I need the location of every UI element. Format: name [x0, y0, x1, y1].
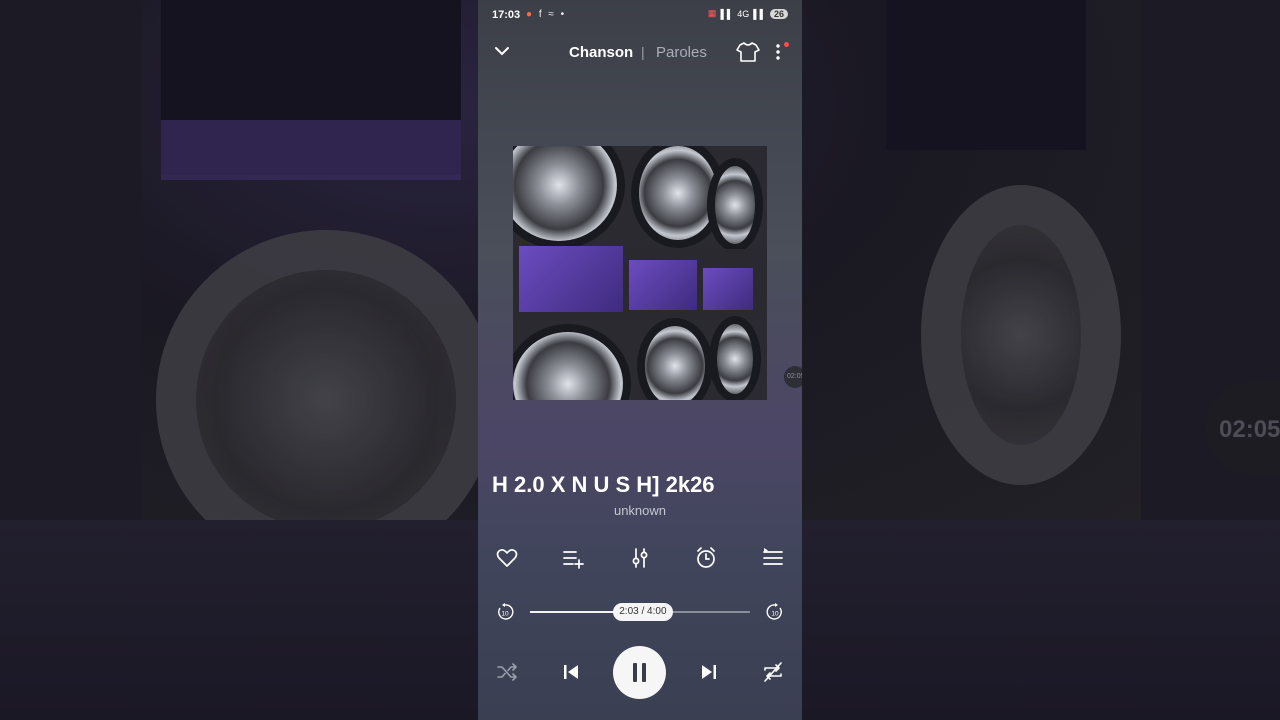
status-bar: 17:03 ● f ≈ • ▦ ▌▌ 4G ▌▌ 26: [478, 0, 802, 30]
speaker-bottom-mid: [637, 318, 713, 400]
speaker-top-right: [707, 158, 763, 252]
tab-lyrics[interactable]: Paroles: [656, 44, 707, 61]
repeat-off-icon[interactable]: [762, 661, 784, 683]
add-to-playlist-icon[interactable]: [561, 546, 585, 570]
track-artist[interactable]: unknown: [478, 503, 802, 518]
background-edge-left: [0, 0, 141, 520]
action-row: [478, 546, 802, 574]
pause-icon-bar: [642, 663, 646, 682]
notification-icons: ● f ≈ •: [526, 9, 566, 20]
background-purple-panel: [161, 120, 461, 180]
heart-icon[interactable]: [495, 546, 519, 570]
background-speaker-left: [156, 230, 496, 570]
next-icon[interactable]: [698, 661, 720, 683]
progress-row: 10 2:03 / 4:00 10: [478, 600, 802, 624]
timer-icon[interactable]: [694, 546, 718, 570]
vpn-icon: ≈: [548, 9, 556, 20]
side-time-chip: 02:05: [784, 366, 802, 388]
video-frame: 02:05 17:03 ● f ≈ • ▦ ▌▌ 4G ▌▌ 26 Chanso…: [0, 0, 1280, 720]
network-type: 4G: [737, 8, 750, 19]
purple-cell-3: [703, 268, 753, 310]
facebook-icon: f: [538, 9, 544, 20]
status-right: ▦ ▌▌ 4G ▌▌ 26: [708, 8, 788, 19]
playback-controls: [478, 644, 802, 700]
chevron-down-icon[interactable]: [492, 41, 512, 61]
pause-icon: [633, 663, 637, 682]
speaker-bottom-left: [513, 324, 631, 400]
status-time: 17:03: [492, 9, 521, 21]
dot-icon: •: [560, 9, 567, 20]
tab-song[interactable]: Chanson: [569, 44, 633, 61]
tab-separator: |: [641, 44, 645, 60]
cast-icon: ▦: [707, 8, 717, 18]
background-time-chip-label: 02:05: [1219, 416, 1280, 443]
more-vertical-icon[interactable]: [772, 42, 784, 62]
track-title: H 2.0 X N U S H] 2k26: [492, 472, 715, 497]
speaker-bottom-right: [709, 316, 761, 400]
rewind-label: 10: [501, 611, 509, 618]
shuffle-icon[interactable]: [496, 661, 518, 683]
background-speaker-right: [921, 185, 1121, 485]
background-shelf-right: [886, 0, 1086, 150]
rewind-10-icon[interactable]: 10: [496, 603, 514, 621]
speaker-top-left: [513, 146, 625, 249]
queue-icon[interactable]: [761, 546, 785, 570]
signal-icon: ▌▌: [720, 8, 734, 19]
player-header: Chanson | Paroles: [478, 38, 802, 66]
forward-label: 10: [771, 611, 779, 618]
signal-icon-2: ▌▌: [753, 8, 766, 19]
previous-icon[interactable]: [560, 661, 582, 683]
album-art: [513, 146, 767, 400]
progress-time-thumb[interactable]: 2:03 / 4:00: [613, 603, 673, 621]
forward-10-icon[interactable]: 10: [766, 603, 784, 621]
notification-dot: [784, 42, 789, 47]
record-icon: ●: [526, 9, 535, 20]
pause-button[interactable]: [613, 646, 666, 699]
phone-screen: 17:03 ● f ≈ • ▦ ▌▌ 4G ▌▌ 26 Chanson | Pa…: [478, 0, 802, 720]
equalizer-icon[interactable]: [628, 546, 652, 570]
purple-cell-1: [519, 246, 623, 312]
battery-level: 26: [769, 8, 788, 19]
purple-cell-2: [629, 260, 697, 310]
shirt-theme-icon[interactable]: [736, 41, 760, 63]
